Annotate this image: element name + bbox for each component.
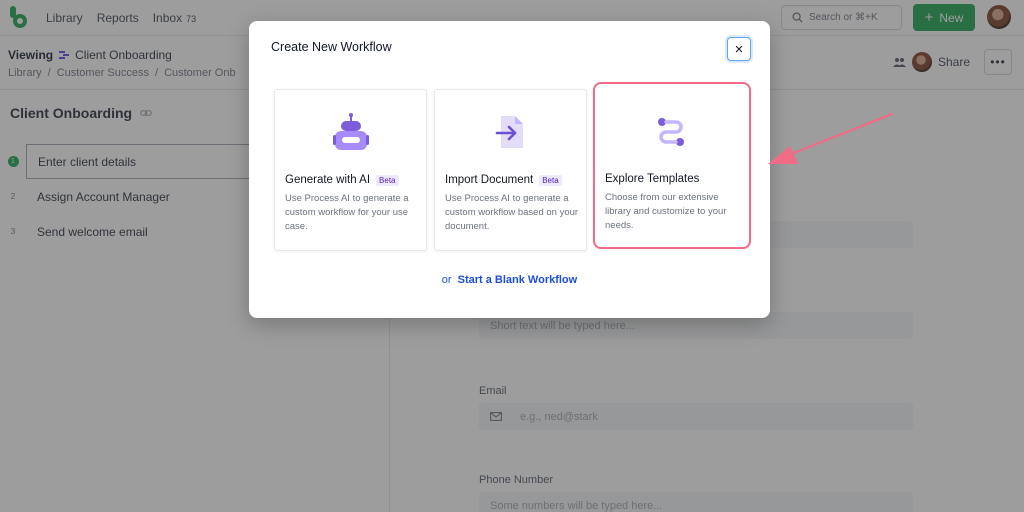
annotation-arrow-icon <box>768 112 894 164</box>
import-document-icon <box>495 116 523 148</box>
close-button[interactable]: × <box>727 37 751 61</box>
card-title-text: Generate with AI <box>285 174 371 186</box>
card-title-text: Explore Templates <box>605 173 700 185</box>
close-icon: × <box>734 40 744 58</box>
blank-workflow-row: or Start a Blank Workflow <box>249 274 770 286</box>
templates-icon <box>658 118 684 146</box>
card-description: Use Process AI to generate a custom work… <box>445 193 579 232</box>
start-blank-workflow-link[interactable]: Start a Blank Workflow <box>458 274 578 286</box>
card-description: Use Process AI to generate a custom work… <box>285 193 409 232</box>
modal-title: Create New Workflow <box>271 40 392 54</box>
generate-with-ai-card[interactable]: Generate with AI Beta Use Process AI to … <box>274 89 427 251</box>
beta-badge: Beta <box>539 174 562 186</box>
create-workflow-modal: Create New Workflow × Generate with AI B… <box>249 21 770 318</box>
robot-icon <box>333 113 369 150</box>
blank-prefix: or <box>441 274 452 286</box>
card-title: Explore Templates <box>605 173 699 185</box>
beta-badge: Beta <box>376 174 399 186</box>
card-title: Import Document Beta <box>445 174 562 186</box>
card-description: Choose from our extensive library and cu… <box>605 192 727 231</box>
card-title: Generate with AI Beta <box>285 174 399 186</box>
card-title-text: Import Document <box>445 174 534 186</box>
explore-templates-card[interactable]: Explore Templates Choose from our extens… <box>593 82 751 249</box>
import-document-card[interactable]: Import Document Beta Use Process AI to g… <box>434 89 587 251</box>
